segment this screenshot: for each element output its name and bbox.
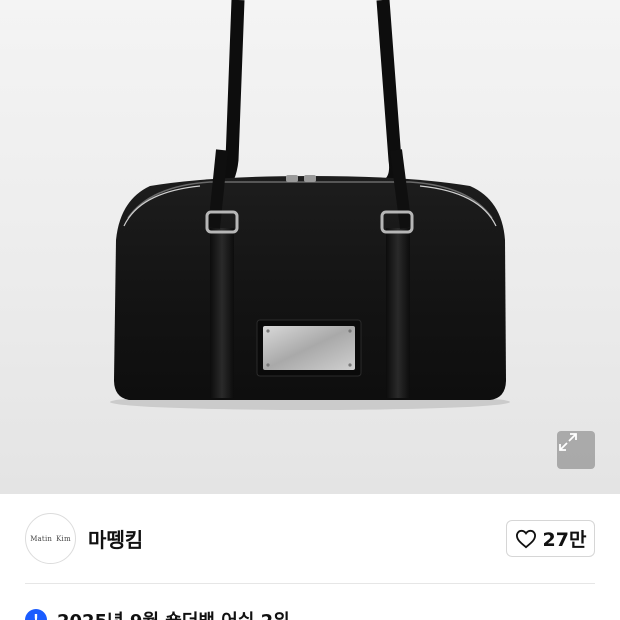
product-image-area[interactable]: [0, 0, 620, 494]
info-icon-glyph: !: [33, 612, 39, 620]
brand-logo[interactable]: Matin Kim: [25, 513, 76, 564]
ranking-text: 2025년 9월 숄더백 어쉬 2위: [57, 607, 290, 620]
ranking-banner[interactable]: ! 2025년 9월 숄더백 어쉬 2위: [25, 608, 290, 620]
divider: [25, 583, 595, 584]
like-count: 27만: [542, 529, 587, 551]
brand-logo-text-right: Kim: [56, 534, 71, 543]
brand-row: Matin Kim 마뗑킴 27만: [0, 494, 620, 584]
expand-image-button[interactable]: [557, 431, 595, 469]
info-icon: !: [25, 609, 47, 620]
product-image: [110, 0, 510, 410]
brand-name[interactable]: 마뗑킴: [88, 524, 143, 553]
brand-logo-text-left: Matin: [30, 534, 53, 543]
like-button[interactable]: 27만: [506, 520, 595, 557]
heart-outline-icon: [515, 529, 536, 548]
expand-arrows-icon: [559, 433, 577, 451]
